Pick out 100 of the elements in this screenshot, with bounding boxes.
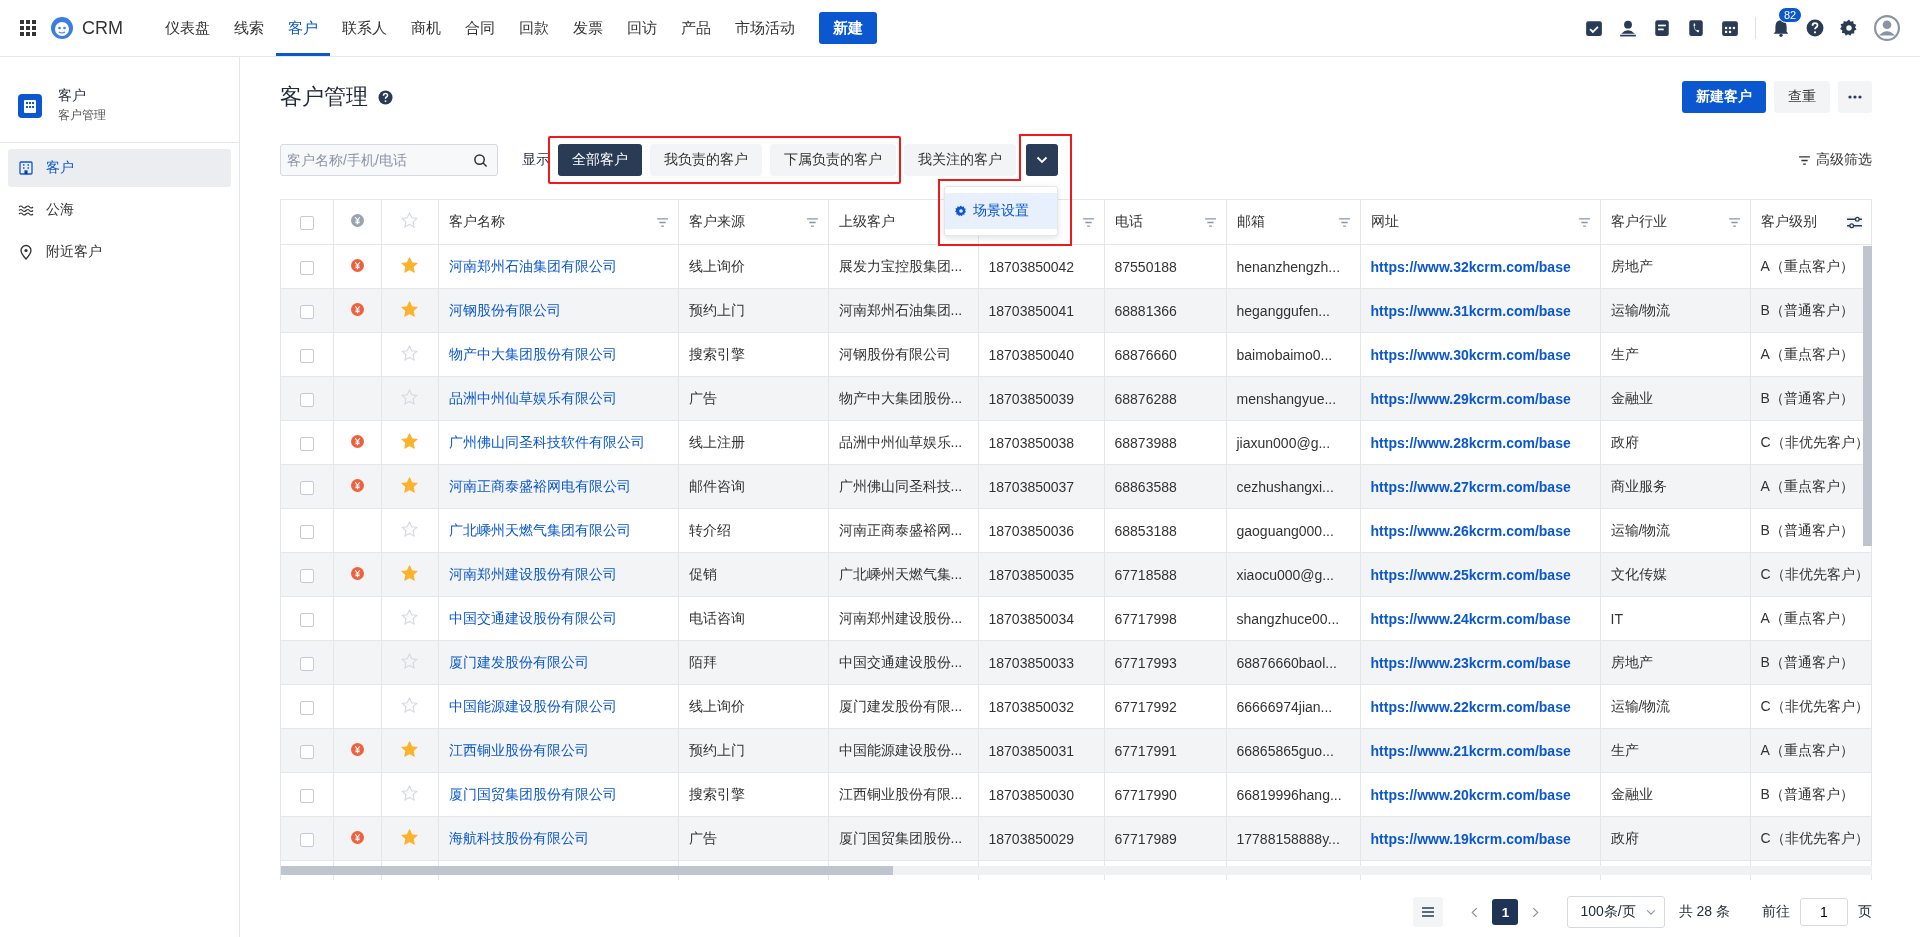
table-cell: 转介绍	[688, 521, 731, 538]
table-cell: 中国交通建设股份...	[838, 653, 963, 670]
table-cell: 18703850035	[988, 566, 1075, 583]
table-cell: 运输/物流	[1610, 697, 1671, 714]
table-cell: 河钢股份有限公司	[838, 345, 951, 362]
table-cell: A（重点客户）	[1760, 345, 1854, 362]
table-cell: 66865865guo...	[1236, 742, 1334, 759]
table-cell: 政府	[1610, 433, 1639, 450]
table-cell: 政府	[1610, 829, 1639, 846]
goto-label: 前往	[1762, 903, 1790, 921]
table-cell: 厦门建发股份有限...	[838, 697, 963, 714]
table-cell: 18703850033	[988, 654, 1075, 671]
table-cell: 18703850042	[988, 258, 1075, 275]
table-cell: 生产	[1610, 741, 1639, 758]
table-cell: heganggufen...	[1236, 302, 1330, 319]
table-cell: A（重点客户）	[1760, 609, 1854, 626]
table-cell: 67717990	[1114, 786, 1177, 803]
table-cell: 线上询价	[688, 257, 745, 274]
table-cell: 展发力宝控股集团...	[838, 257, 963, 274]
table-cell: 中国能源建设股份...	[838, 741, 963, 758]
notification-badge: 82	[1778, 7, 1803, 23]
table-cell: 运输/物流	[1610, 301, 1671, 318]
table-cell: 68876660baol...	[1236, 654, 1337, 671]
table-cell: 厦门国贸集团股份...	[838, 829, 963, 846]
table-cell: 陌拜	[688, 653, 717, 670]
table-cell: gaoguang000...	[1236, 522, 1334, 539]
table-cell: 67718588	[1114, 566, 1177, 583]
table-cell: 江西铜业股份有限...	[838, 785, 963, 802]
table-cell: 品洲中州仙草娱乐...	[838, 433, 963, 450]
table-cell: B（普通客户）	[1760, 785, 1854, 802]
table-cell: 17788158888y...	[1236, 830, 1340, 847]
table-cell: 生产	[1610, 345, 1639, 362]
table-cell: 66819996hang...	[1236, 786, 1342, 803]
table-cell: 广告	[688, 829, 717, 846]
table-cell: B（普通客户）	[1760, 301, 1854, 318]
table-cell: 河南正商泰盛裕网...	[838, 521, 963, 538]
table-cell: 67717992	[1114, 698, 1177, 715]
table-cell: 18703850040	[988, 346, 1075, 363]
table-cell: A（重点客户）	[1760, 741, 1854, 758]
table-cell: 广告	[688, 389, 717, 406]
table-cell: 66666974jian...	[1236, 698, 1333, 715]
table-cell: 68873988	[1114, 434, 1177, 451]
table-cell: 邮件咨询	[688, 477, 745, 494]
table-cell: 18703850041	[988, 302, 1075, 319]
table-cell: C（非优先客户）	[1760, 565, 1869, 582]
table-cell: 68853188	[1114, 522, 1177, 539]
table-cell: C（非优先客户）	[1760, 433, 1869, 450]
table-cell: B（普通客户）	[1760, 653, 1854, 670]
table-cell: 18703850038	[988, 434, 1075, 451]
table-cell: 房地产	[1610, 653, 1653, 670]
table-cell: cezhushangxi...	[1236, 478, 1334, 495]
table-cell: 67717989	[1114, 830, 1177, 847]
table-cell: xiaocu000@g...	[1236, 566, 1334, 583]
table-cell: C（非优先客户）	[1760, 697, 1869, 714]
page-title: 客户管理	[280, 83, 368, 111]
total-count: 共 28 条	[1678, 903, 1730, 921]
table-cell: 67717993	[1114, 654, 1177, 671]
table-cell: 68881366	[1114, 302, 1177, 319]
table-cell: A（重点客户）	[1760, 477, 1854, 494]
table-cell: jiaxun000@g...	[1236, 434, 1331, 451]
table-cell: 搜索引擎	[688, 785, 745, 802]
table-cell: IT	[1610, 610, 1623, 627]
page-suffix: 页	[1858, 903, 1872, 921]
table-cell: 搜索引擎	[688, 345, 745, 362]
table-cell: B（普通客户）	[1760, 389, 1854, 406]
table-cell: 18703850036	[988, 522, 1075, 539]
table-cell: 金融业	[1610, 785, 1653, 802]
table-cell: 87550188	[1114, 258, 1177, 275]
table-cell: 预约上门	[688, 301, 745, 318]
table-cell: 18703850029	[988, 830, 1075, 847]
table-cell: henanzhengzh...	[1236, 258, 1341, 275]
table-cell: 18703850031	[988, 742, 1075, 759]
table-cell: 18703850039	[988, 390, 1075, 407]
table-cell: 68863588	[1114, 478, 1177, 495]
table-cell: 线上注册	[688, 433, 745, 450]
table-cell: 18703850034	[988, 610, 1075, 627]
table-cell: 河南郑州建设股份...	[838, 609, 963, 626]
table-cell: 促销	[688, 565, 717, 582]
table-cell: 67717991	[1114, 742, 1177, 759]
table-cell: baimobaimo0...	[1236, 346, 1333, 363]
table-cell: 电话咨询	[688, 609, 745, 626]
table-cell: 18703850032	[988, 698, 1075, 715]
table-cell: 房地产	[1610, 257, 1653, 274]
sidebar-title: 客户	[58, 87, 87, 105]
table-cell: A（重点客户）	[1760, 257, 1854, 274]
table-cell: 18703850030	[988, 786, 1075, 803]
table-cell: 河南郑州石油集团...	[838, 301, 963, 318]
table-cell: 广北嵊州天燃气集...	[838, 565, 963, 582]
table-cell: B（普通客户）	[1760, 521, 1854, 538]
table-cell: 预约上门	[688, 741, 745, 758]
table-cell: 广州佛山同圣科技...	[838, 477, 963, 494]
table-cell: menshangyue...	[1236, 390, 1337, 407]
table-cell: 运输/物流	[1610, 521, 1671, 538]
table-cell: 67717998	[1114, 610, 1177, 627]
table-cell: 商业服务	[1610, 477, 1667, 494]
table-cell: shangzhuce00...	[1236, 610, 1340, 627]
brand-name: CRM	[82, 17, 123, 39]
table-cell: 线上询价	[688, 697, 745, 714]
sidebar-subtitle: 客户管理	[58, 107, 106, 124]
table-cell: 物产中大集团股份...	[838, 389, 963, 406]
